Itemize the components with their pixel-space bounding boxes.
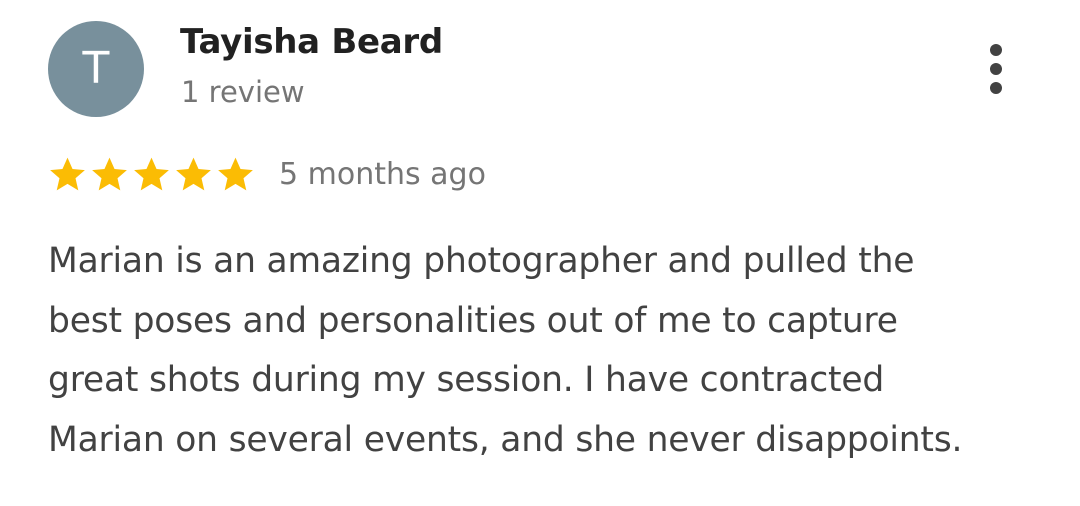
vertical-dots-icon: [990, 63, 1002, 75]
rating-row: 5 months ago: [48, 150, 486, 198]
reviewer-name[interactable]: Tayisha Beard: [180, 22, 443, 62]
more-options-button[interactable]: [976, 40, 1016, 98]
star-icon: [216, 155, 255, 194]
review-text-line: best poses and personalities out of me t…: [48, 300, 898, 341]
avatar[interactable]: T: [48, 21, 144, 117]
review-time: 5 months ago: [279, 156, 486, 192]
star-icon: [90, 155, 129, 194]
review-text-line: great shots during my session. I have co…: [48, 360, 885, 400]
star-icon: [132, 155, 171, 194]
star-rating: [48, 155, 255, 194]
star-icon: [48, 155, 87, 194]
avatar-initial: T: [82, 43, 110, 94]
star-icon: [174, 155, 213, 194]
vertical-dots-icon: [990, 44, 1002, 56]
review-count: 1 review: [181, 75, 305, 109]
review-text-line: Marian is an amazing photographer and pu…: [48, 241, 915, 281]
review-card: T Tayisha Beard 1 review 5 months ago Ma…: [0, 0, 1080, 506]
vertical-dots-icon: [990, 82, 1002, 94]
review-text: Marian is an amazing photographer and pu…: [48, 232, 1048, 470]
review-text-line: Marian on several events, and she never …: [48, 419, 963, 460]
